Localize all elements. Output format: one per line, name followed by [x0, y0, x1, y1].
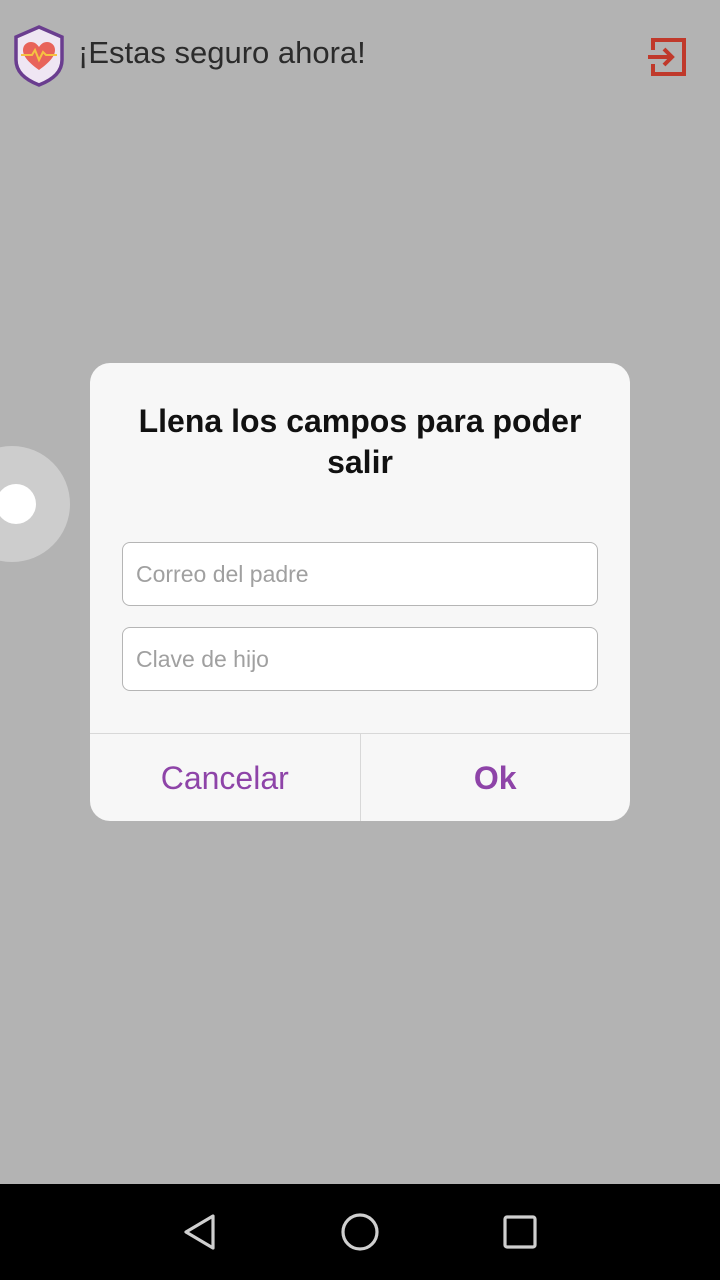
ok-button[interactable]: Ok [361, 734, 631, 821]
shield-heart-icon [12, 24, 66, 88]
app-bar: ¡Estas seguro ahora! [0, 0, 720, 108]
recents-button[interactable] [490, 1202, 550, 1262]
app-title: ¡Estas seguro ahora! [78, 35, 366, 70]
screen: ¡Estas seguro ahora! Llena los campos pa… [0, 0, 720, 1280]
home-circle-icon [341, 1213, 379, 1251]
back-button[interactable] [170, 1202, 230, 1262]
exit-dialog: Llena los campos para poder salir Cancel… [90, 363, 630, 821]
exit-button[interactable] [640, 30, 694, 84]
exit-icon [648, 38, 686, 76]
home-button[interactable] [330, 1202, 390, 1262]
floating-bubble-button[interactable] [0, 446, 70, 562]
cancel-button[interactable]: Cancelar [90, 734, 361, 821]
dialog-title: Llena los campos para poder salir [138, 403, 582, 480]
navigation-bar [0, 1184, 720, 1280]
recents-square-icon [503, 1215, 537, 1249]
child-key-field[interactable] [122, 627, 598, 691]
floating-bubble-dot [0, 484, 36, 524]
dialog-actions: Cancelar Ok [90, 733, 630, 821]
parent-email-field[interactable] [122, 542, 598, 606]
back-triangle-icon [184, 1214, 215, 1250]
